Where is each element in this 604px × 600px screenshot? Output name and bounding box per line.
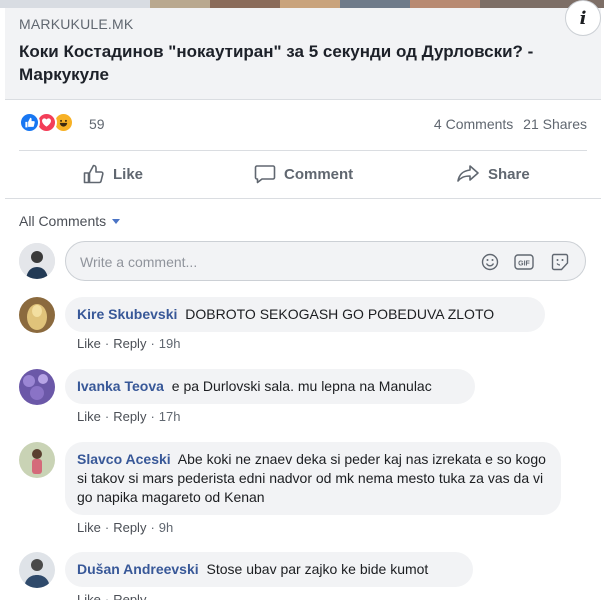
comment-author[interactable]: Dušan Andreevski [77, 561, 199, 577]
comment-author[interactable]: Slavco Aceski [77, 451, 171, 467]
comment-text: Stose ubav par zajko ke bide kumot [206, 561, 429, 577]
link-preview[interactable]: MARKUKULE.MK Коки Костадинов "нокаутиран… [5, 0, 601, 100]
comment-time[interactable]: 19h [159, 336, 181, 351]
comment-text: DOBROTO SEKOGASH GO POBEDUVA ZLOTO [185, 306, 495, 322]
comment-meta: Like · Reply [77, 592, 146, 600]
comment-author[interactable]: Ivanka Teova [77, 378, 164, 394]
info-icon: i [579, 7, 587, 29]
post-actions: Like Comment Share [5, 152, 601, 198]
comment-reply-link[interactable]: Reply [113, 520, 146, 535]
comments-filter-label: All Comments [19, 213, 107, 229]
thumbs-up-icon [83, 164, 104, 184]
avatar[interactable] [19, 552, 55, 588]
comment-reply-link[interactable]: Reply [113, 336, 146, 351]
comment-time[interactable]: 17h [159, 409, 181, 424]
comment-bubble: Dušan Andreevski Stose ubav par zajko ke… [65, 552, 473, 587]
like-icon [19, 112, 40, 133]
avatar[interactable] [19, 442, 55, 478]
gif-icon[interactable]: GIF [514, 252, 534, 272]
comment-like-link[interactable]: Like [77, 336, 101, 351]
divider [19, 150, 587, 151]
comment-meta: Like · Reply · 17h [77, 409, 181, 424]
comment-composer: GIF [19, 241, 587, 281]
avatar[interactable] [19, 369, 55, 405]
like-button[interactable]: Like [83, 164, 143, 184]
caret-down-icon [112, 218, 121, 224]
preview-image-strip [0, 0, 604, 8]
share-label: Share [488, 165, 530, 183]
comment-meta: Like · Reply · 19h [77, 336, 181, 351]
comment-icon [254, 165, 276, 184]
comment-like-link[interactable]: Like [77, 520, 101, 535]
avatar[interactable] [19, 297, 55, 333]
emoji-icon[interactable] [480, 252, 500, 272]
comment-reply-link[interactable]: Reply [113, 409, 146, 424]
reaction-count[interactable]: 59 [89, 116, 105, 132]
link-headline[interactable]: Коки Костадинов "нокаутиран" за 5 секунд… [19, 40, 589, 86]
comment-meta: Like · Reply · 9h [77, 520, 174, 535]
engagement-counts: 4 Comments 21 Shares [428, 116, 587, 132]
comment-author[interactable]: Kire Skubevski [77, 306, 177, 322]
comment-bubble: Slavco Aceski Abe koki ne znaev deka si … [65, 442, 561, 515]
reactions-summary: 59 4 Comments 21 Shares [5, 100, 601, 150]
comments-filter-dropdown[interactable]: All Comments [19, 213, 121, 229]
share-button[interactable]: Share [456, 164, 530, 184]
comment-reply-link[interactable]: Reply [113, 592, 146, 600]
comment-bubble: Ivanka Teova e pa Durlovski sala. mu lep… [65, 369, 475, 404]
comment-time[interactable]: 9h [159, 520, 173, 535]
info-button[interactable]: i [565, 0, 601, 36]
comments-count[interactable]: 4 Comments [434, 116, 513, 132]
comment-like-link[interactable]: Like [77, 592, 101, 600]
avatar[interactable] [19, 243, 55, 279]
comment-text: e pa Durlovski sala. mu lepna na Manulac [171, 378, 432, 394]
svg-text:GIF: GIF [518, 261, 530, 268]
comments-section: All Comments GIF Kire Skubevski DOBROTO … [5, 198, 601, 600]
shares-count[interactable]: 21 Shares [523, 116, 587, 132]
sticker-icon[interactable] [550, 252, 570, 272]
like-label: Like [113, 165, 144, 183]
share-icon [457, 165, 479, 182]
comment-bubble: Kire Skubevski DOBROTO SEKOGASH GO POBED… [65, 297, 545, 332]
comment-input[interactable] [80, 252, 450, 272]
comment-input-box[interactable]: GIF [65, 241, 586, 281]
link-domain: MARKUKULE.MK [19, 16, 134, 32]
comment-label: Comment [284, 165, 354, 183]
comment-like-link[interactable]: Like [77, 409, 101, 424]
comment-button[interactable]: Comment [254, 164, 353, 184]
